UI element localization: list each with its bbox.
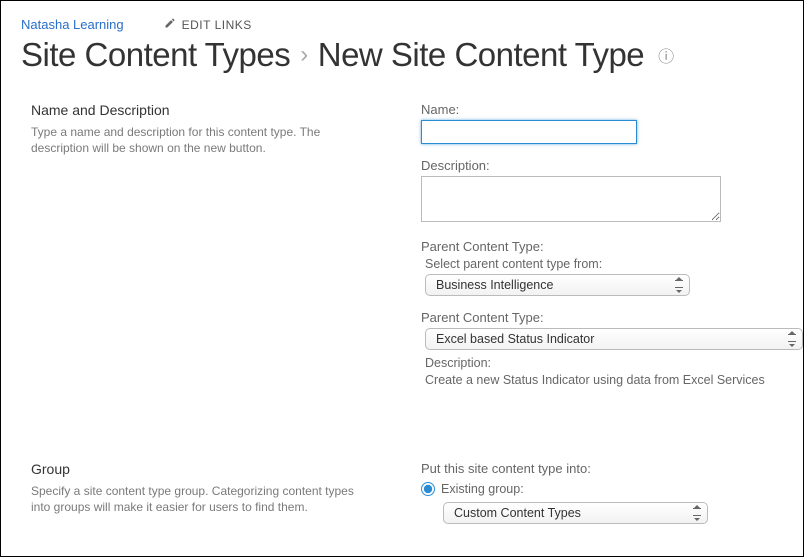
info-icon[interactable]: ⓘ	[658, 43, 674, 67]
page-title: Site Content Types › New Site Content Ty…	[21, 36, 783, 74]
existing-group-select[interactable]: Custom Content Types	[443, 502, 708, 524]
section-description: Specify a site content type group. Categ…	[31, 483, 371, 515]
name-label: Name:	[421, 102, 803, 117]
name-input[interactable]	[421, 120, 637, 144]
existing-group-radio[interactable]	[421, 482, 435, 496]
breadcrumb-parent[interactable]: Site Content Types	[21, 36, 290, 74]
ct-description-label: Description:	[425, 356, 803, 370]
existing-group-label: Existing group:	[441, 482, 524, 496]
pencil-icon	[164, 17, 176, 32]
parent-ct-select-wrap: Excel based Status Indicator	[425, 328, 803, 350]
parent-content-type-label: Parent Content Type:	[421, 239, 803, 254]
section-heading: Group	[31, 461, 401, 477]
edit-links-button[interactable]: EDIT LINKS	[164, 17, 252, 32]
parent-group-select[interactable]: Business Intelligence	[425, 274, 690, 296]
ct-description-text: Create a new Status Indicator using data…	[425, 373, 803, 387]
select-parent-from-label: Select parent content type from:	[425, 257, 803, 271]
section-description: Type a name and description for this con…	[31, 124, 371, 156]
site-link[interactable]: Natasha Learning	[21, 17, 124, 32]
section-group: Group Specify a site content type group.…	[21, 461, 783, 524]
top-navigation: Natasha Learning EDIT LINKS	[21, 17, 783, 32]
section-name-description: Name and Description Type a name and des…	[21, 102, 783, 401]
description-textarea[interactable]	[421, 176, 721, 222]
existing-group-select-wrap: Custom Content Types	[443, 502, 708, 524]
edit-links-label: EDIT LINKS	[182, 18, 252, 32]
section-heading: Name and Description	[31, 102, 401, 118]
parent-group-select-wrap: Business Intelligence	[425, 274, 690, 296]
parent-content-type-select[interactable]: Excel based Status Indicator	[425, 328, 803, 350]
description-label: Description:	[421, 158, 803, 173]
put-into-label: Put this site content type into:	[421, 461, 775, 476]
breadcrumb-current: New Site Content Type	[318, 36, 644, 74]
parent-content-type-label-2: Parent Content Type:	[421, 310, 803, 325]
breadcrumb-separator-icon: ›	[300, 41, 308, 69]
